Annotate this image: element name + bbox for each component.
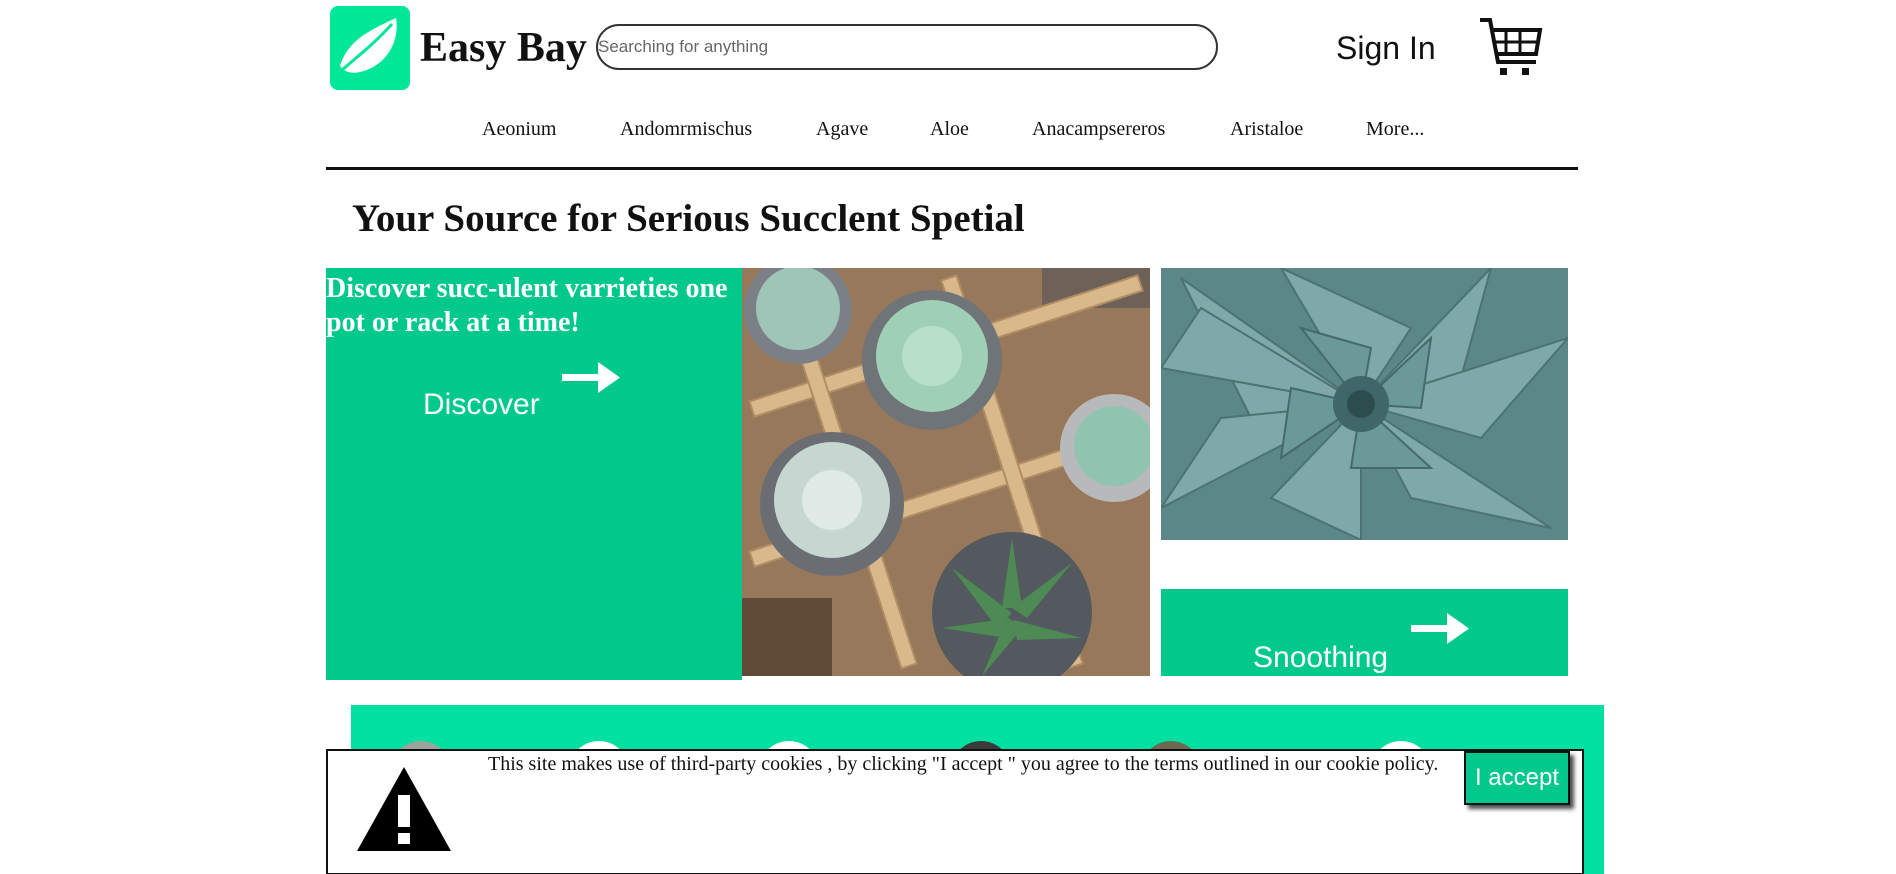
cart-icon[interactable] bbox=[1476, 14, 1546, 89]
leaf-icon bbox=[340, 18, 397, 73]
snoothing-button[interactable]: Snoothing bbox=[1253, 641, 1388, 675]
search-input[interactable] bbox=[596, 24, 1218, 70]
logo[interactable] bbox=[330, 6, 410, 90]
page-headline: Your Source for Serious Succlent Spetial bbox=[352, 197, 1025, 240]
nav-item-aristaloe[interactable]: Aristaloe bbox=[1230, 118, 1303, 141]
nav-item-agave[interactable]: Agave bbox=[816, 118, 868, 141]
snoothing-panel: Snoothing bbox=[1161, 589, 1568, 676]
agave-photo bbox=[1161, 268, 1568, 540]
cookie-message: This site makes use of third-party cooki… bbox=[488, 753, 1439, 775]
nav-divider bbox=[326, 167, 1578, 170]
hero-panel: Discover succ-ulent varrieties one pot o… bbox=[326, 268, 742, 680]
page: Easy Bay Sign In Aeonium Andomrmischus A… bbox=[0, 0, 1896, 874]
succulent-crate-photo bbox=[742, 268, 1150, 676]
hero-text: Discover succ-ulent varrieties one pot o… bbox=[326, 273, 728, 338]
nav-item-aloe[interactable]: Aloe bbox=[930, 118, 969, 141]
nav-item-anacampsereros[interactable]: Anacampsereros bbox=[1032, 118, 1165, 141]
sign-in-link[interactable]: Sign In bbox=[1336, 30, 1436, 67]
brand-name[interactable]: Easy Bay bbox=[420, 24, 587, 72]
cookie-banner: This site makes use of third-party cooki… bbox=[326, 749, 1584, 874]
accept-cookies-button[interactable]: I accept bbox=[1464, 751, 1570, 805]
nav-item-more[interactable]: More... bbox=[1366, 118, 1424, 141]
arrow-right-icon[interactable] bbox=[1411, 611, 1471, 647]
nav-item-andomrmischus[interactable]: Andomrmischus bbox=[620, 118, 752, 141]
warning-icon bbox=[357, 767, 451, 851]
arrow-right-icon[interactable] bbox=[562, 360, 622, 396]
discover-button[interactable]: Discover bbox=[423, 388, 540, 422]
nav-item-aeonium[interactable]: Aeonium bbox=[482, 118, 556, 141]
